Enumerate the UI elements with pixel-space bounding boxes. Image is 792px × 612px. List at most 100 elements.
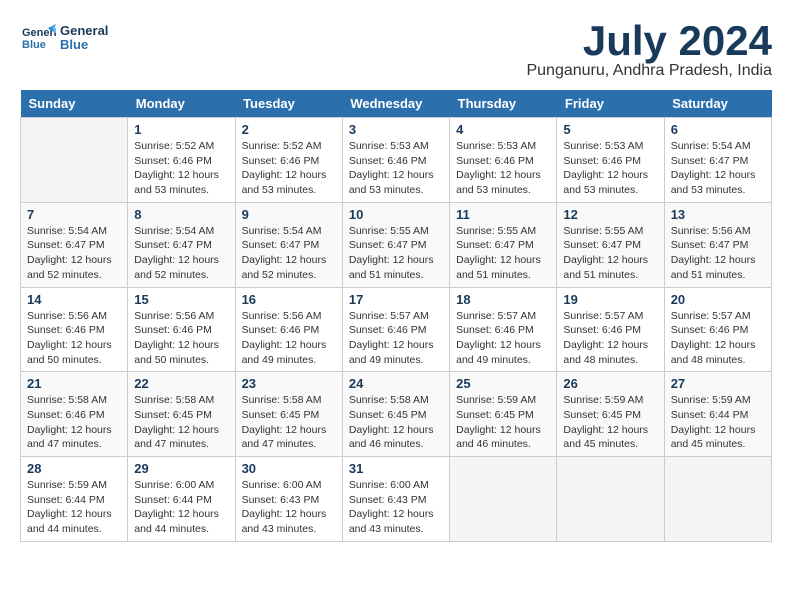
day-number: 9 — [242, 207, 336, 222]
day-cell: 22Sunrise: 5:58 AMSunset: 6:45 PMDayligh… — [128, 372, 235, 457]
day-number: 23 — [242, 376, 336, 391]
day-cell: 2Sunrise: 5:52 AMSunset: 6:46 PMDaylight… — [235, 118, 342, 203]
day-cell: 1 Sunrise: 5:52 AMSunset: 6:46 PMDaylight… — [128, 118, 235, 203]
calendar-table: SundayMondayTuesdayWednesdayThursdayFrid… — [20, 90, 772, 542]
day-detail: Sunrise: 5:56 AMSunset: 6:46 PMDaylight:… — [134, 309, 228, 368]
day-detail: Sunrise: 5:56 AMSunset: 6:46 PMDaylight:… — [27, 309, 121, 368]
day-detail: Sunrise: 5:54 AMSunset: 6:47 PMDaylight:… — [134, 224, 228, 283]
day-detail: Sunrise: 5:53 AMSunset: 6:46 PMDaylight:… — [349, 139, 443, 198]
month-title: July 2024 — [526, 20, 772, 62]
day-number: 11 — [456, 207, 550, 222]
day-detail: Sunrise: 5:53 AMSunset: 6:46 PMDaylight:… — [563, 139, 657, 198]
day-cell: 16 Sunrise: 5:56 AMSunset: 6:46 PMDayligh… — [235, 287, 342, 372]
day-number: 22 — [134, 376, 228, 391]
weekday-header-tuesday: Tuesday — [235, 90, 342, 118]
day-detail: Sunrise: 5:56 AMSunset: 6:47 PMDaylight:… — [671, 224, 765, 283]
weekday-header-friday: Friday — [557, 90, 664, 118]
day-cell: 14 Sunrise: 5:56 AMSunset: 6:46 PMDayligh… — [21, 287, 128, 372]
day-cell: 29Sunrise: 6:00 AMSunset: 6:44 PMDayligh… — [128, 457, 235, 542]
weekday-header-saturday: Saturday — [664, 90, 771, 118]
day-number: 28 — [27, 461, 121, 476]
day-number: 26 — [563, 376, 657, 391]
day-cell — [21, 118, 128, 203]
day-number: 31 — [349, 461, 443, 476]
day-number: 20 — [671, 292, 765, 307]
day-detail: Sunrise: 6:00 AMSunset: 6:43 PMDaylight:… — [349, 478, 443, 537]
day-cell: 7Sunrise: 5:54 AMSunset: 6:47 PMDaylight… — [21, 202, 128, 287]
day-number: 1 — [134, 122, 228, 137]
day-detail: Sunrise: 5:59 AMSunset: 6:45 PMDaylight:… — [456, 393, 550, 452]
week-row-3: 14 Sunrise: 5:56 AMSunset: 6:46 PMDayligh… — [21, 287, 772, 372]
day-number: 6 — [671, 122, 765, 137]
day-number: 30 — [242, 461, 336, 476]
day-detail: Sunrise: 5:57 AMSunset: 6:46 PMDaylight:… — [456, 309, 550, 368]
day-cell: 10 Sunrise: 5:55 AMSunset: 6:47 PMDayligh… — [342, 202, 449, 287]
day-cell: 12Sunrise: 5:55 AMSunset: 6:47 PMDayligh… — [557, 202, 664, 287]
day-cell: 6 Sunrise: 5:54 AMSunset: 6:47 PMDaylight… — [664, 118, 771, 203]
day-number: 18 — [456, 292, 550, 307]
day-detail: Sunrise: 5:59 AMSunset: 6:44 PMDaylight:… — [27, 478, 121, 537]
day-number: 25 — [456, 376, 550, 391]
day-cell: 3 Sunrise: 5:53 AMSunset: 6:46 PMDaylight… — [342, 118, 449, 203]
day-detail: Sunrise: 5:57 AMSunset: 6:46 PMDaylight:… — [349, 309, 443, 368]
day-number: 7 — [27, 207, 121, 222]
weekday-header-wednesday: Wednesday — [342, 90, 449, 118]
day-detail: Sunrise: 5:58 AMSunset: 6:46 PMDaylight:… — [27, 393, 121, 452]
day-detail: Sunrise: 5:55 AMSunset: 6:47 PMDaylight:… — [563, 224, 657, 283]
day-number: 16 — [242, 292, 336, 307]
day-number: 19 — [563, 292, 657, 307]
day-number: 14 — [27, 292, 121, 307]
day-number: 3 — [349, 122, 443, 137]
day-cell: 27 Sunrise: 5:59 AMSunset: 6:44 PMDayligh… — [664, 372, 771, 457]
day-detail: Sunrise: 6:00 AMSunset: 6:44 PMDaylight:… — [134, 478, 228, 537]
location: Punganuru, Andhra Pradesh, India — [526, 62, 772, 80]
day-detail: Sunrise: 5:52 AMSunset: 6:46 PMDaylight:… — [242, 139, 336, 198]
day-number: 24 — [349, 376, 443, 391]
weekday-header-sunday: Sunday — [21, 90, 128, 118]
weekday-header-monday: Monday — [128, 90, 235, 118]
day-number: 4 — [456, 122, 550, 137]
logo-text: General Blue — [60, 24, 108, 53]
day-detail: Sunrise: 5:52 AMSunset: 6:46 PMDaylight:… — [134, 139, 228, 198]
day-cell: 8 Sunrise: 5:54 AMSunset: 6:47 PMDaylight… — [128, 202, 235, 287]
week-row-2: 7 Sunrise: 5:54 AMSunset: 6:47 PMDaylight… — [21, 202, 772, 287]
day-cell: 18 Sunrise: 5:57 AMSunset: 6:46 PMDayligh… — [450, 287, 557, 372]
day-number: 8 — [134, 207, 228, 222]
day-detail: Sunrise: 5:58 AMSunset: 6:45 PMDaylight:… — [349, 393, 443, 452]
day-cell: 28 Sunrise: 5:59 AMSunset: 6:44 PMDayligh… — [21, 457, 128, 542]
day-number: 15 — [134, 292, 228, 307]
week-row-1: 1 Sunrise: 5:52 AMSunset: 6:46 PMDaylight… — [21, 118, 772, 203]
day-number: 17 — [349, 292, 443, 307]
day-cell: 5Sunrise: 5:53 AMSunset: 6:46 PMDaylight… — [557, 118, 664, 203]
day-detail: Sunrise: 5:59 AMSunset: 6:45 PMDaylight:… — [563, 393, 657, 452]
day-number: 21 — [27, 376, 121, 391]
weekday-header-row: SundayMondayTuesdayWednesdayThursdayFrid… — [21, 90, 772, 118]
day-cell: 20Sunrise: 5:57 AMSunset: 6:46 PMDayligh… — [664, 287, 771, 372]
page-header: General Blue General Blue July 2024 Pung… — [20, 20, 772, 80]
day-number: 27 — [671, 376, 765, 391]
week-row-5: 28 Sunrise: 5:59 AMSunset: 6:44 PMDayligh… — [21, 457, 772, 542]
day-detail: Sunrise: 5:53 AMSunset: 6:46 PMDaylight:… — [456, 139, 550, 198]
day-number: 10 — [349, 207, 443, 222]
day-cell — [664, 457, 771, 542]
day-cell: 23Sunrise: 5:58 AMSunset: 6:45 PMDayligh… — [235, 372, 342, 457]
day-cell: 15 Sunrise: 5:56 AMSunset: 6:46 PMDayligh… — [128, 287, 235, 372]
logo: General Blue General Blue — [20, 20, 108, 56]
day-detail: Sunrise: 5:54 AMSunset: 6:47 PMDaylight:… — [671, 139, 765, 198]
day-cell: 26 Sunrise: 5:59 AMSunset: 6:45 PMDayligh… — [557, 372, 664, 457]
day-detail: Sunrise: 5:55 AMSunset: 6:47 PMDaylight:… — [349, 224, 443, 283]
svg-text:Blue: Blue — [22, 39, 46, 51]
week-row-4: 21 Sunrise: 5:58 AMSunset: 6:46 PMDayligh… — [21, 372, 772, 457]
day-detail: Sunrise: 5:59 AMSunset: 6:44 PMDaylight:… — [671, 393, 765, 452]
weekday-header-thursday: Thursday — [450, 90, 557, 118]
day-cell: 17 Sunrise: 5:57 AMSunset: 6:46 PMDayligh… — [342, 287, 449, 372]
day-detail: Sunrise: 5:54 AMSunset: 6:47 PMDaylight:… — [242, 224, 336, 283]
day-cell — [450, 457, 557, 542]
day-detail: Sunrise: 5:56 AMSunset: 6:46 PMDaylight:… — [242, 309, 336, 368]
day-cell: 19Sunrise: 5:57 AMSunset: 6:46 PMDayligh… — [557, 287, 664, 372]
day-cell — [557, 457, 664, 542]
day-cell: 11Sunrise: 5:55 AMSunset: 6:47 PMDayligh… — [450, 202, 557, 287]
logo-icon: General Blue — [20, 20, 56, 56]
day-cell: 24 Sunrise: 5:58 AMSunset: 6:45 PMDayligh… — [342, 372, 449, 457]
calendar-body: 1 Sunrise: 5:52 AMSunset: 6:46 PMDaylight… — [21, 118, 772, 542]
